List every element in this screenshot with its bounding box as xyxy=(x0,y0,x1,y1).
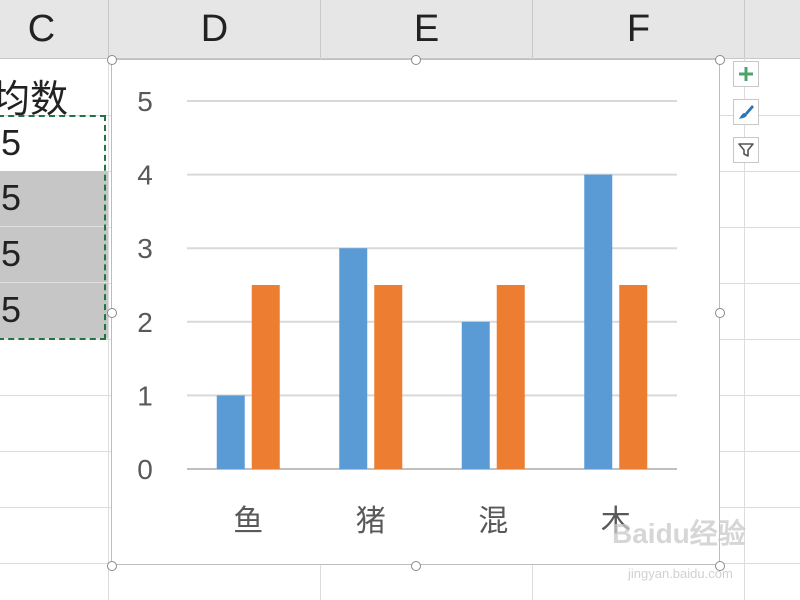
column-header-g[interactable] xyxy=(745,0,800,58)
cell-c-1[interactable]: .5 xyxy=(0,116,108,172)
cell-value: .5 xyxy=(0,177,22,218)
column-header-e-label: E xyxy=(413,7,440,50)
resize-handle-left[interactable] xyxy=(107,308,117,318)
y-tick-label: 1 xyxy=(137,380,153,411)
column-header-c[interactable]: C xyxy=(0,0,109,58)
column-header-f[interactable]: F xyxy=(533,0,745,58)
bar xyxy=(584,174,613,469)
y-tick-label: 0 xyxy=(137,454,153,485)
chart-filters-button[interactable] xyxy=(733,137,759,163)
bar xyxy=(339,248,368,469)
resize-handle-top[interactable] xyxy=(411,55,421,65)
resize-handle-top-right[interactable] xyxy=(715,55,725,65)
y-tick-label: 3 xyxy=(137,233,153,264)
bar xyxy=(216,395,245,469)
column-header-f-label: F xyxy=(626,7,651,50)
column-header-e[interactable]: E xyxy=(321,0,533,58)
x-tick-label: 鱼 xyxy=(233,504,263,539)
bar xyxy=(251,285,280,469)
resize-handle-right[interactable] xyxy=(715,308,725,318)
cell-c-2[interactable]: .5 xyxy=(0,171,108,227)
bar xyxy=(619,285,648,469)
gridline-v xyxy=(108,58,109,600)
brush-icon xyxy=(739,105,754,119)
y-tick-label: 4 xyxy=(137,160,153,191)
x-tick-label: 猪 xyxy=(356,504,386,539)
plus-icon xyxy=(739,67,753,81)
watermark-logo: Baidu经验 xyxy=(612,518,746,549)
column-header-row: C D E F xyxy=(0,0,800,59)
bar xyxy=(496,285,525,469)
cell-value: .5 xyxy=(0,233,22,274)
column-header-c-label: C xyxy=(27,7,56,50)
cell-value: .5 xyxy=(0,289,22,330)
chart-elements-button[interactable] xyxy=(733,61,759,87)
x-tick-label: 混 xyxy=(478,504,508,539)
bar-chart: 012345鱼猪混木 xyxy=(137,86,677,539)
y-tick-label: 5 xyxy=(137,86,153,117)
cell-c-header[interactable]: 均数 xyxy=(0,68,68,123)
resize-handle-top-left[interactable] xyxy=(107,55,117,65)
chart-area[interactable]: 012345鱼猪混木 xyxy=(111,59,720,565)
cell-value: .5 xyxy=(0,122,22,163)
watermark-url: jingyan.baidu.com xyxy=(628,566,733,581)
bar xyxy=(461,321,490,469)
cell-c-3[interactable]: .5 xyxy=(0,227,108,283)
column-header-d[interactable]: D xyxy=(109,0,321,58)
filter-icon xyxy=(738,143,754,157)
resize-handle-bottom[interactable] xyxy=(411,561,421,571)
y-tick-label: 2 xyxy=(137,307,153,338)
chart-styles-button[interactable] xyxy=(733,99,759,125)
resize-handle-bottom-left[interactable] xyxy=(107,561,117,571)
column-header-d-label: D xyxy=(200,7,229,50)
cell-c-4[interactable]: .5 xyxy=(0,283,108,339)
bar xyxy=(374,285,403,469)
